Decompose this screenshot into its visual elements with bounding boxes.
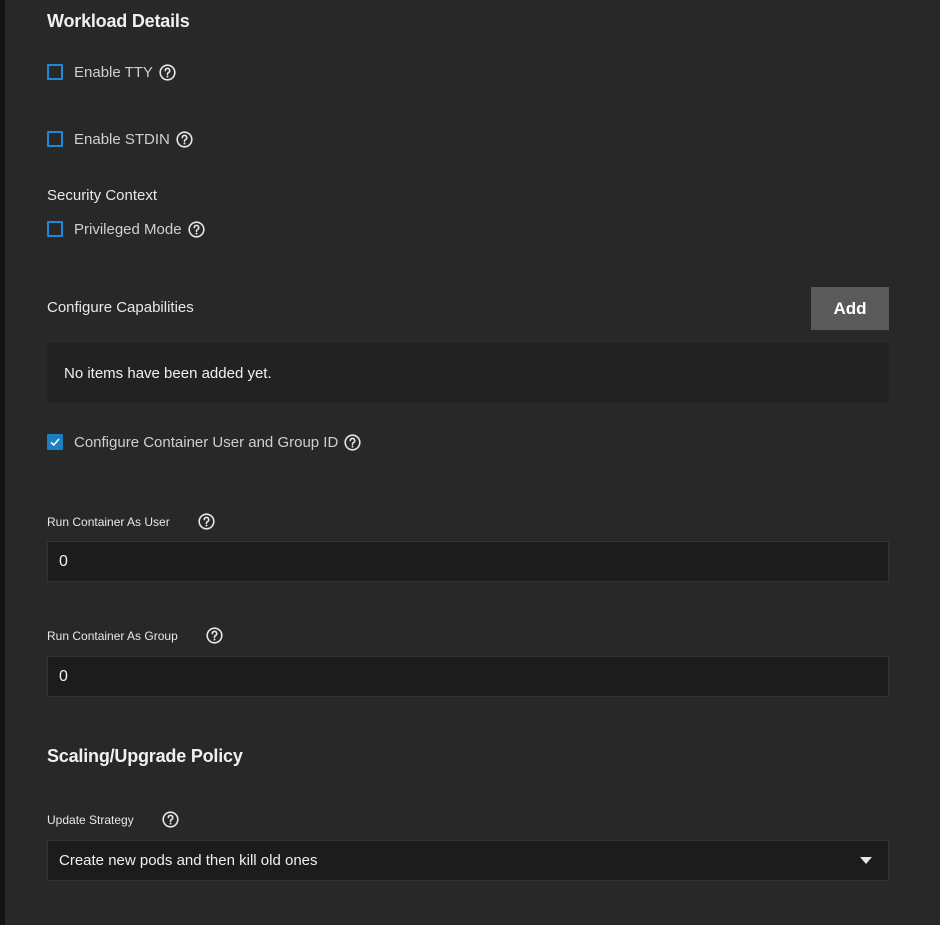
configure-user-group-row[interactable]: Configure Container User and Group ID	[47, 431, 361, 453]
form-content: Workload Details Enable TTY Enable STDIN…	[0, 0, 940, 925]
privileged-mode-checkbox[interactable]	[47, 221, 63, 237]
help-circle-icon[interactable]	[162, 811, 179, 828]
help-circle-icon[interactable]	[206, 627, 223, 644]
run-as-group-input[interactable]: 0	[47, 656, 889, 697]
scaling-policy-title: Scaling/Upgrade Policy	[47, 746, 243, 766]
security-context-label: Security Context	[47, 187, 158, 204]
help-circle-icon[interactable]	[344, 433, 361, 451]
enable-tty-label: Enable TTY	[74, 63, 153, 81]
configure-capabilities-label: Configure Capabilities	[47, 299, 194, 316]
run-as-group-value: 0	[59, 667, 68, 685]
help-circle-icon[interactable]	[187, 220, 205, 238]
enable-stdin-label: Enable STDIN	[74, 130, 170, 148]
run-as-group-label-row: Run Container As Group	[47, 627, 223, 644]
privileged-mode-row[interactable]: Privileged Mode	[47, 218, 205, 240]
update-strategy-select[interactable]: Create new pods and then kill old ones	[47, 840, 889, 881]
configure-user-group-checkbox[interactable]	[47, 434, 63, 450]
configure-user-group-label: Configure Container User and Group ID	[74, 433, 339, 451]
run-as-user-value: 0	[59, 552, 68, 570]
run-as-group-label: Run Container As Group	[47, 628, 178, 643]
update-strategy-selected: Create new pods and then kill old ones	[59, 852, 318, 869]
update-strategy-label-row: Update Strategy	[47, 811, 179, 828]
run-as-user-label: Run Container As User	[47, 514, 170, 529]
empty-list-message: No items have been added yet.	[64, 364, 272, 382]
enable-stdin-row[interactable]: Enable STDIN	[47, 128, 193, 150]
help-circle-icon[interactable]	[159, 63, 176, 81]
enable-stdin-checkbox[interactable]	[47, 131, 63, 147]
run-as-user-input[interactable]: 0	[47, 541, 889, 582]
workload-details-title: Workload Details	[47, 11, 190, 31]
enable-tty-row[interactable]: Enable TTY	[47, 61, 176, 83]
capabilities-empty-list: No items have been added yet.	[47, 343, 889, 403]
privileged-mode-label: Privileged Mode	[74, 220, 182, 238]
caret-down-icon[interactable]	[860, 857, 872, 864]
enable-tty-checkbox[interactable]	[47, 64, 63, 80]
help-circle-icon[interactable]	[176, 130, 193, 148]
help-circle-icon[interactable]	[198, 513, 215, 530]
update-strategy-label: Update Strategy	[47, 812, 134, 827]
check-icon	[50, 438, 60, 447]
add-capability-button[interactable]: Add	[811, 287, 889, 330]
run-as-user-label-row: Run Container As User	[47, 513, 215, 530]
